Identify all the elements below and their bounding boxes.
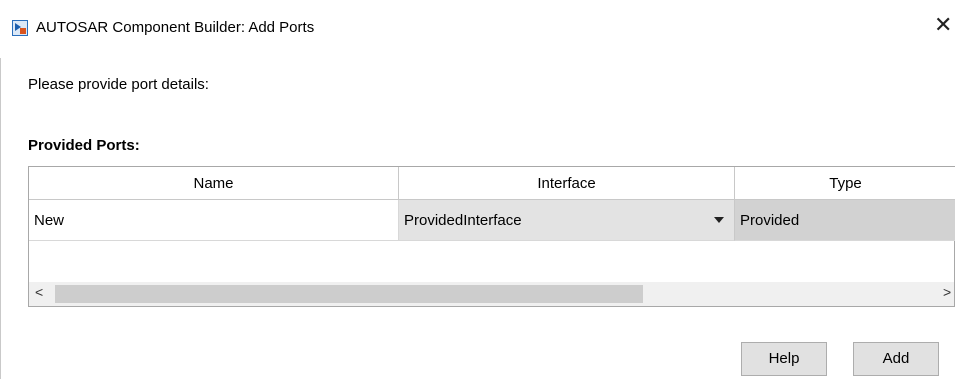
column-header-type[interactable]: Type [735,167,955,200]
help-button[interactable]: Help [741,342,827,376]
title-bar: AUTOSAR Component Builder: Add Ports ✕ [0,0,955,58]
scroll-right-icon[interactable]: > [943,284,951,300]
add-button[interactable]: Add [853,342,939,376]
horizontal-scrollbar[interactable]: < > [29,282,954,306]
window-title: AUTOSAR Component Builder: Add Ports [36,19,315,36]
dropdown-arrow-icon[interactable] [714,217,724,223]
instruction-text: Please provide port details: [28,76,209,93]
scrollbar-thumb[interactable] [55,285,643,303]
column-header-name[interactable]: Name [29,167,399,200]
cell-port-name[interactable]: New [29,200,399,241]
scroll-left-icon[interactable]: < [35,284,43,300]
window-border [0,58,1,379]
section-title: Provided Ports: [28,137,140,154]
cell-port-type: Provided [735,200,955,241]
interface-dropdown[interactable]: ProvidedInterface [399,200,735,241]
interface-value: ProvidedInterface [404,212,522,229]
close-icon[interactable]: ✕ [934,13,952,37]
ports-table: Name Interface Type New ProvidedInterfac… [28,166,955,307]
app-icon [12,20,28,36]
column-header-interface[interactable]: Interface [399,167,735,200]
